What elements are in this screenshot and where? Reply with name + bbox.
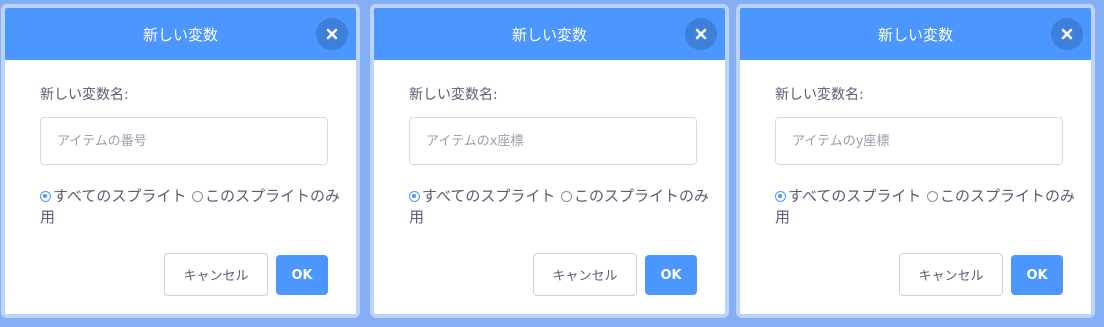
radio-this-sprite-label: このスプライトのみ [940,187,1076,205]
radio-unchecked-icon[interactable] [192,191,203,202]
radio-all-sprites[interactable]: すべてのスプライト用 [409,186,559,228]
radio-all-sprites[interactable]: すべてのスプライト用 [775,186,925,228]
radio-unchecked-icon[interactable] [927,191,938,202]
variable-name-label: 新しい変数名: [409,87,498,103]
radio-this-sprite[interactable]: このスプライトのみ [192,186,342,207]
radio-all-sprites-label: すべてのスプライト用 [40,187,187,226]
close-icon [326,28,338,40]
close-icon [1061,28,1073,40]
radio-unchecked-icon[interactable] [561,191,572,202]
close-button[interactable] [1051,18,1083,50]
dialog-title: 新しい変数 [511,25,587,44]
radio-all-sprites-label: すべてのスプライト用 [775,187,922,226]
radio-checked-icon[interactable] [409,191,420,202]
close-icon [695,28,707,40]
radio-this-sprite[interactable]: このスプライトのみ [561,186,711,207]
new-variable-dialog: 新しい変数 新しい変数名: すべてのスプライト用 このスプライトのみ キャンセル… [736,4,1095,318]
radio-checked-icon[interactable] [775,191,786,202]
dialog-title: 新しい変数 [142,25,218,44]
scope-radio-group: すべてのスプライト用 このスプライトのみ [775,186,1075,230]
ok-button[interactable]: OK [1011,255,1063,295]
dialog-header: 新しい変数 [374,8,725,60]
cancel-button[interactable]: キャンセル [533,253,637,296]
close-button[interactable] [685,18,717,50]
dialog-title: 新しい変数 [877,25,953,44]
scope-radio-group: すべてのスプライト用 このスプライトのみ [409,186,709,230]
radio-this-sprite[interactable]: このスプライトのみ [927,186,1077,207]
variable-name-label: 新しい変数名: [775,87,864,103]
dialog-header: 新しい変数 [5,8,356,60]
ok-button[interactable]: OK [645,255,697,295]
variable-name-input[interactable] [40,117,328,165]
new-variable-dialog: 新しい変数 新しい変数名: すべてのスプライト用 このスプライトのみ キャンセル… [1,4,360,318]
cancel-button[interactable]: キャンセル [899,253,1003,296]
variable-name-input[interactable] [409,117,697,165]
new-variable-dialog: 新しい変数 新しい変数名: すべてのスプライト用 このスプライトのみ キャンセル… [370,4,729,318]
cancel-button[interactable]: キャンセル [164,253,268,296]
variable-name-input[interactable] [775,117,1063,165]
dialog-header: 新しい変数 [740,8,1091,60]
ok-button[interactable]: OK [276,255,328,295]
radio-this-sprite-label: このスプライトのみ [574,187,710,205]
radio-this-sprite-label: このスプライトのみ [205,187,341,205]
radio-all-sprites-label: すべてのスプライト用 [409,187,556,226]
radio-checked-icon[interactable] [40,191,51,202]
radio-all-sprites[interactable]: すべてのスプライト用 [40,186,190,228]
variable-name-label: 新しい変数名: [40,87,129,103]
scope-radio-group: すべてのスプライト用 このスプライトのみ [40,186,340,230]
close-button[interactable] [316,18,348,50]
